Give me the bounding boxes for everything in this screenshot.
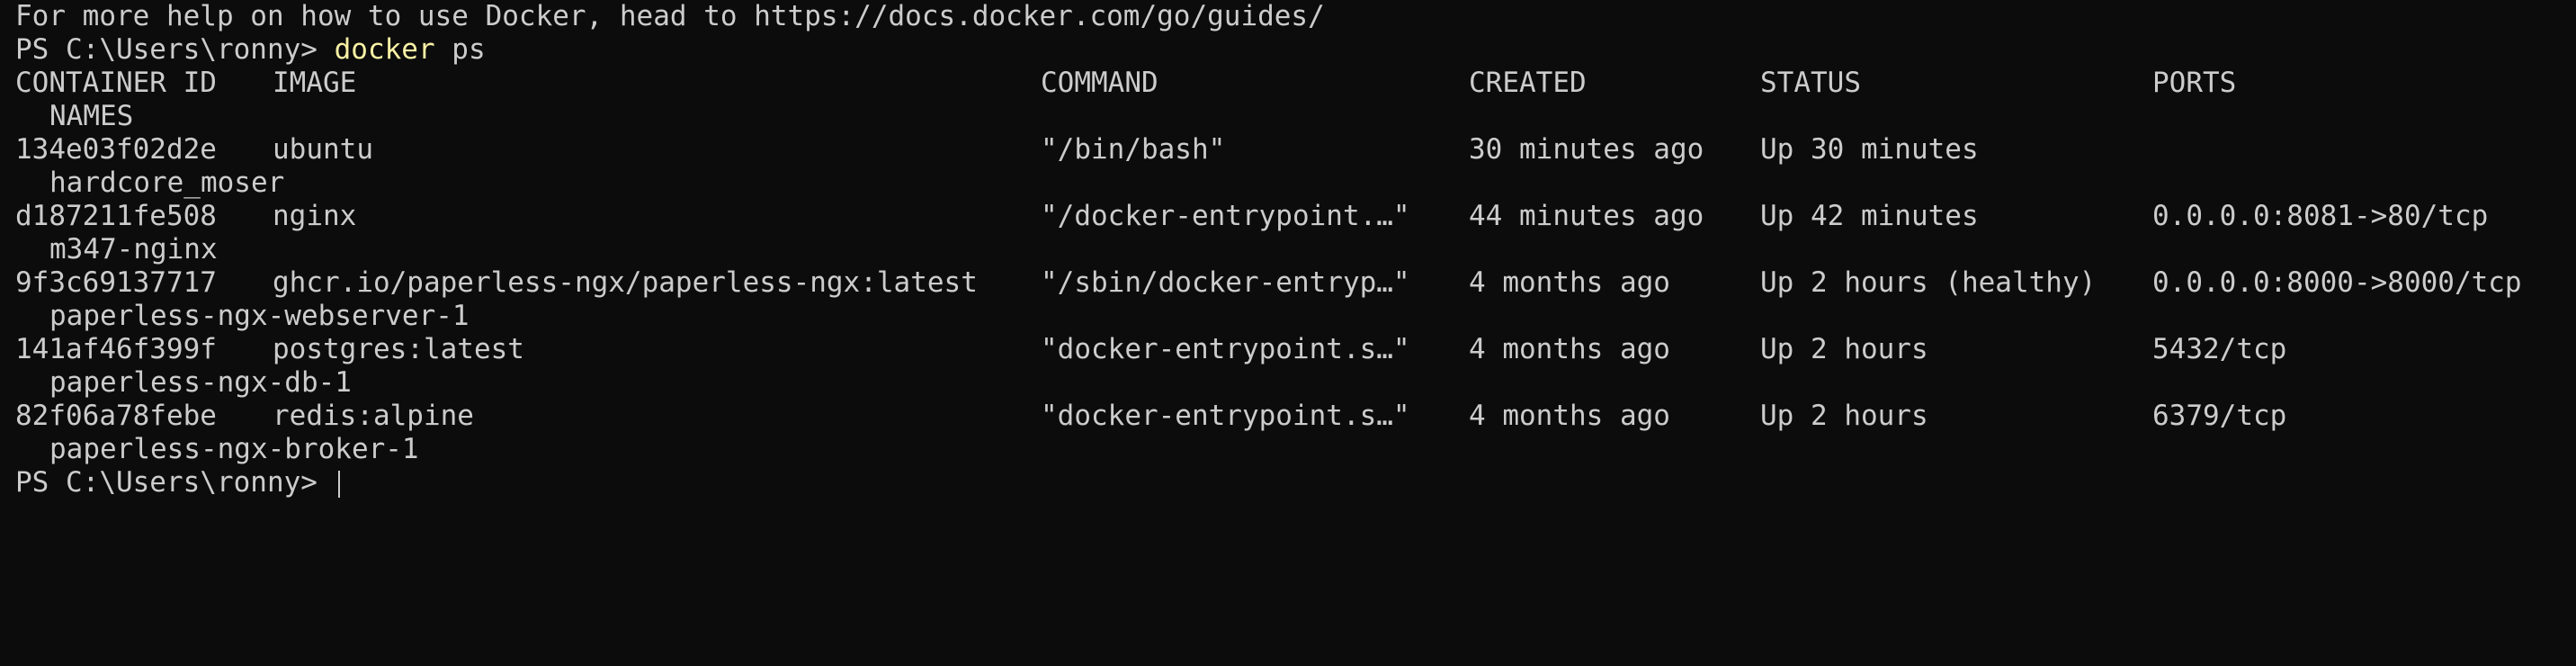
header-row-names: NAMES <box>15 100 2576 133</box>
table-row-names: hardcore_moser <box>15 166 2576 200</box>
table-row: 82f06a78febe redis:alpine "docker-entryp… <box>15 400 2576 433</box>
help-line: For more help on how to use Docker, head… <box>15 0 1325 32</box>
container-command: "/bin/bash" <box>1041 133 1226 166</box>
container-created: 44 minutes ago <box>1469 200 1704 232</box>
prompt-line: PS C:\Users\ronny> docker ps <box>15 33 2576 67</box>
container-status: Up 2 hours <box>1760 333 1928 365</box>
table-row-names: paperless-ngx-broker-1 <box>15 433 2576 466</box>
container-image: ubuntu <box>273 133 373 166</box>
table-row-names: paperless-ngx-db-1 <box>15 366 2576 400</box>
container-created: 4 months ago <box>1469 266 1670 299</box>
container-status: Up 30 minutes <box>1760 133 1979 166</box>
header-names: NAMES <box>49 100 134 132</box>
table-row: 134e03f02d2e ubuntu "/bin/bash" 30 minut… <box>15 133 2576 166</box>
container-ports: 5432/tcp <box>2152 333 2287 365</box>
container-id: 9f3c69137717 <box>15 266 217 299</box>
header-status: STATUS <box>1760 67 1861 99</box>
header-ports: PORTS <box>2152 67 2237 99</box>
prompt: PS C:\Users\ronny> <box>15 466 318 499</box>
container-created: 4 months ago <box>1469 400 1670 432</box>
table-row: d187211fe508 nginx "/docker-entrypoint.…… <box>15 200 2576 233</box>
container-image: ghcr.io/paperless-ngx/paperless-ngx:late… <box>273 266 978 299</box>
container-id: 82f06a78febe <box>15 400 217 432</box>
active-prompt-line[interactable]: PS C:\Users\ronny> <box>15 466 2576 500</box>
container-name: hardcore_moser <box>49 166 285 199</box>
container-status: Up 2 hours (healthy) <box>1760 266 2097 299</box>
container-command: "/docker-entrypoint.…" <box>1041 200 1410 232</box>
command-name: docker <box>334 33 435 66</box>
container-command: "docker-entrypoint.s…" <box>1041 400 1410 432</box>
container-id: d187211fe508 <box>15 200 217 232</box>
container-created: 30 minutes ago <box>1469 133 1704 166</box>
prompt: PS C:\Users\ronny> <box>15 33 318 66</box>
container-id: 141af46f399f <box>15 333 217 365</box>
container-image: postgres:latest <box>273 333 524 365</box>
container-ports: 0.0.0.0:8081->80/tcp <box>2152 200 2489 232</box>
container-name: paperless-ngx-webserver-1 <box>49 300 470 332</box>
table-row-names: m347-nginx <box>15 233 2576 266</box>
container-ports: 0.0.0.0:8000->8000/tcp <box>2152 266 2522 299</box>
text-cursor[interactable] <box>337 470 340 498</box>
header-command: COMMAND <box>1041 67 1158 99</box>
container-command: "/sbin/docker-entryp…" <box>1041 266 1410 299</box>
container-command: "docker-entrypoint.s…" <box>1041 333 1410 365</box>
header-image: IMAGE <box>273 67 357 99</box>
terminal-window[interactable]: For more help on how to use Docker, head… <box>0 0 2576 516</box>
container-name: m347-nginx <box>49 233 218 266</box>
container-status: Up 42 minutes <box>1760 200 1979 232</box>
header-created: CREATED <box>1469 67 1587 99</box>
container-image: redis:alpine <box>273 400 474 432</box>
header-row: CONTAINER ID IMAGE COMMAND CREATED STATU… <box>15 67 2576 100</box>
container-image: nginx <box>273 200 357 232</box>
command-args: ps <box>452 33 486 66</box>
container-created: 4 months ago <box>1469 333 1670 365</box>
container-status: Up 2 hours <box>1760 400 1928 432</box>
table-row: 9f3c69137717 ghcr.io/paperless-ngx/paper… <box>15 266 2576 300</box>
container-name: paperless-ngx-broker-1 <box>49 433 419 465</box>
header-container-id: CONTAINER ID <box>15 67 217 99</box>
table-row: 141af46f399f postgres:latest "docker-ent… <box>15 333 2576 366</box>
container-id: 134e03f02d2e <box>15 133 217 166</box>
container-ports: 6379/tcp <box>2152 400 2287 432</box>
table-row-names: paperless-ngx-webserver-1 <box>15 300 2576 333</box>
container-name: paperless-ngx-db-1 <box>49 366 352 399</box>
